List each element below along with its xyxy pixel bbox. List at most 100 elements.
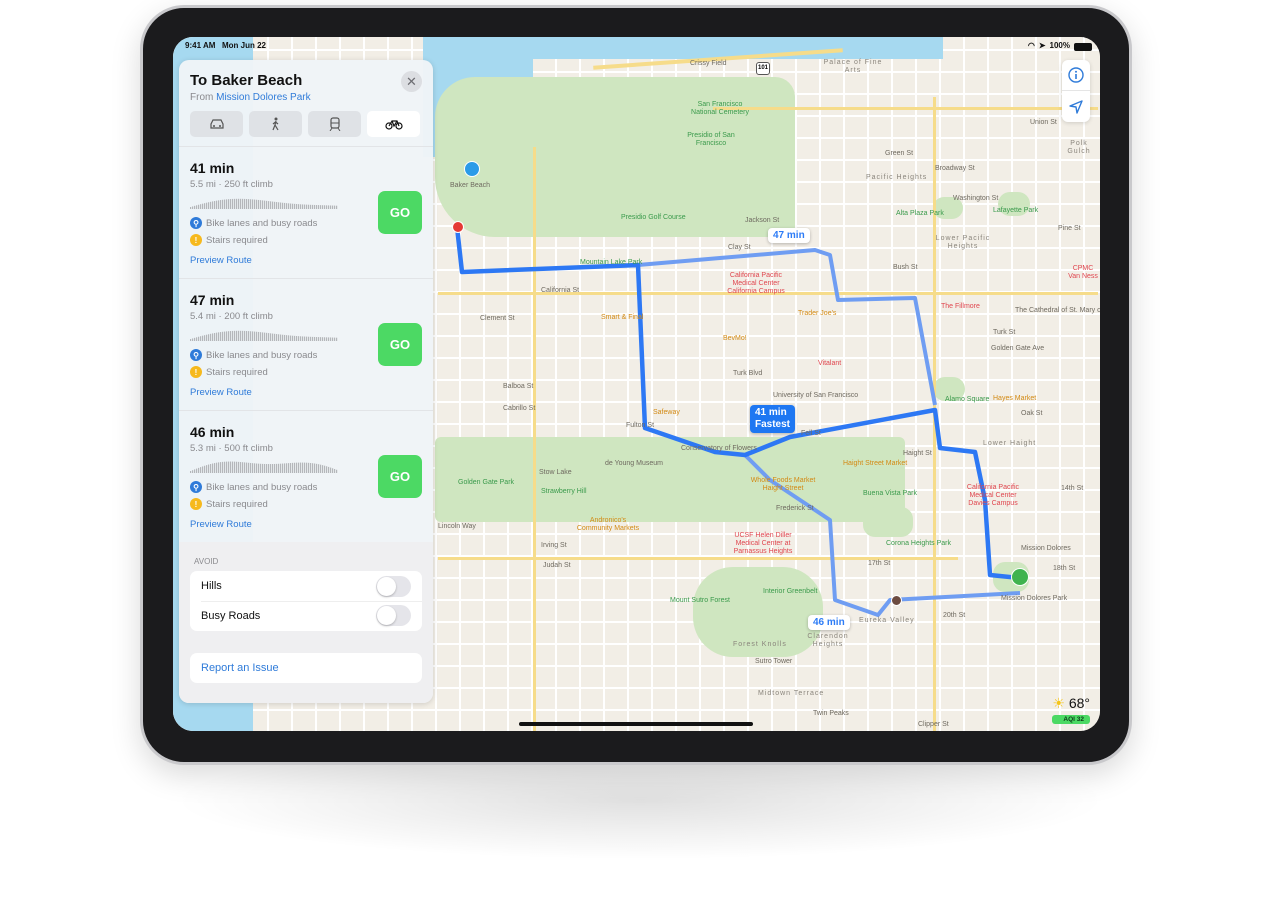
go-button[interactable]: GO (378, 191, 422, 234)
map-label[interactable]: BevMo! (723, 335, 747, 343)
map-label[interactable]: Fulton St (626, 422, 654, 430)
map-label[interactable]: de Young Museum (605, 460, 663, 468)
map-label[interactable]: 17th St (868, 560, 890, 568)
info-button[interactable] (1062, 60, 1090, 91)
avoid-hills-toggle[interactable] (376, 576, 411, 597)
map-label[interactable]: Smart & Final (601, 314, 643, 322)
map-label[interactable]: Mount Sutro Forest (670, 597, 730, 605)
map-label[interactable]: Andronico's Community Markets (573, 517, 643, 533)
map-label[interactable]: Interior Greenbelt (763, 588, 817, 596)
map-label[interactable]: San Francisco National Cemetery (685, 101, 755, 117)
mode-walk[interactable] (249, 111, 302, 137)
map-label[interactable]: Lower Haight (983, 440, 1036, 448)
preview-route-link[interactable]: Preview Route (190, 255, 252, 266)
map-label[interactable]: Turk St (993, 329, 1015, 337)
route-option[interactable]: 47 min 5.4 mi · 200 ft climb ⚲ Bike lanes… (179, 278, 433, 410)
origin-link[interactable]: Mission Dolores Park (216, 92, 310, 103)
report-issue-button[interactable]: Report an Issue (190, 653, 422, 683)
map-label[interactable]: Clement St (480, 315, 515, 323)
map-label[interactable]: California Pacific Medical Center Davies… (958, 484, 1028, 508)
map-label[interactable]: Broadway St (935, 165, 975, 173)
map-label[interactable]: Presidio of San Francisco (676, 132, 746, 148)
map-label[interactable]: Lower Pacific Heights (928, 235, 998, 251)
map-label[interactable]: Frederick St (776, 505, 814, 513)
map-label[interactable]: California St (541, 287, 579, 295)
map-label[interactable]: Washington St (953, 195, 998, 203)
go-button[interactable]: GO (378, 455, 422, 498)
map-label[interactable]: Safeway (653, 409, 680, 417)
map-label[interactable]: Lincoln Way (438, 523, 476, 531)
map-label[interactable]: Cabrillo St (503, 405, 535, 413)
map-label[interactable]: Judah St (543, 562, 571, 570)
map-label[interactable]: University of San Francisco (773, 392, 858, 400)
close-button[interactable]: ✕ (401, 71, 422, 92)
locate-button[interactable] (1062, 91, 1090, 122)
map-label[interactable]: Stow Lake (539, 469, 572, 477)
map-label[interactable]: Pacific Heights (866, 174, 927, 182)
map-label[interactable]: Twin Peaks (813, 710, 849, 718)
map-label[interactable]: Irving St (541, 542, 567, 550)
go-button[interactable]: GO (378, 323, 422, 366)
map-label[interactable]: The Fillmore (941, 303, 980, 311)
map-label[interactable]: Clipper St (918, 721, 949, 729)
map-label[interactable]: Oak St (1021, 410, 1042, 418)
map-label[interactable]: Lafayette Park (993, 207, 1038, 215)
map-label[interactable]: Union St (1030, 119, 1057, 127)
map-label[interactable]: 14th St (1061, 485, 1083, 493)
map-label[interactable]: Crissy Field (690, 60, 727, 68)
map-label[interactable]: Golden Gate Ave (991, 345, 1044, 353)
avoid-busy-roads-toggle[interactable] (376, 605, 411, 626)
mode-transit[interactable] (308, 111, 361, 137)
map-label[interactable]: 18th St (1053, 565, 1075, 573)
map-label[interactable]: Conservatory of Flowers (681, 445, 757, 453)
map-label[interactable]: Eureka Valley (859, 617, 915, 625)
map-label[interactable]: Balboa St (503, 383, 533, 391)
map-label[interactable]: Mission Dolores (1021, 545, 1071, 553)
map-label[interactable]: Bush St (893, 264, 918, 272)
map-label[interactable]: The Cathedral of St. Mary of the Assumpt… (1015, 307, 1100, 315)
map-label[interactable]: Palace of Fine Arts (818, 59, 888, 75)
map-label[interactable]: Pine St (1058, 225, 1081, 233)
home-indicator[interactable] (519, 722, 753, 726)
map-label[interactable]: Whole Foods Market Haight Street (748, 477, 818, 493)
map-label[interactable]: Haight St (903, 450, 932, 458)
preview-route-link[interactable]: Preview Route (190, 387, 252, 398)
map-label[interactable]: Presidio Golf Course (621, 214, 686, 222)
map-label[interactable]: Turk Blvd (733, 370, 762, 378)
map-label[interactable]: Jackson St (745, 217, 779, 225)
map-label[interactable]: Midtown Terrace (758, 690, 824, 698)
map-label[interactable]: Haight Street Market (843, 460, 907, 468)
weather-widget[interactable]: ☀ 68° AQI 32 (1052, 695, 1090, 724)
route-option[interactable]: 41 min 5.5 mi · 250 ft climb ⚲ Bike lanes… (179, 146, 433, 278)
map-label[interactable]: Baker Beach (450, 182, 490, 190)
route-41-label[interactable]: 41 min Fastest (750, 405, 796, 433)
map-label[interactable]: Hayes Market (993, 395, 1036, 403)
map-label[interactable]: Alamo Square (945, 396, 989, 404)
map-label[interactable]: Buena Vista Park (863, 490, 917, 498)
map-label[interactable]: Trader Joe's (798, 310, 836, 318)
park-pin-icon[interactable] (1011, 568, 1029, 586)
map-label[interactable]: Clarendon Heights (793, 633, 863, 649)
route-47-label[interactable]: 47 min (768, 228, 810, 243)
map-label[interactable]: Fell St (801, 430, 821, 438)
mode-cycle[interactable] (367, 111, 420, 137)
map-label[interactable]: Alta Plaza Park (896, 210, 944, 218)
map-label[interactable]: CPMC Van Ness (1066, 265, 1100, 281)
mode-drive[interactable] (190, 111, 243, 137)
map-label[interactable]: Sutro Tower (755, 658, 792, 666)
map-label[interactable]: Strawberry Hill (541, 488, 587, 496)
map-label[interactable]: California Pacific Medical Center Califo… (721, 272, 791, 296)
map-label[interactable]: UCSF Helen Diller Medical Center at Parn… (728, 532, 798, 556)
beach-pin-icon[interactable] (464, 161, 480, 177)
map-label[interactable]: 20th St (943, 612, 965, 620)
map-label[interactable]: Mission Dolores Park (1001, 595, 1067, 603)
map-label[interactable]: Forest Knolls (733, 641, 787, 649)
map-label[interactable]: Golden Gate Park (458, 479, 514, 487)
map-label[interactable]: Green St (885, 150, 913, 158)
preview-route-link[interactable]: Preview Route (190, 519, 252, 530)
map-label[interactable]: Corona Heights Park (886, 540, 951, 548)
map-label[interactable]: Mountain Lake Park (580, 259, 642, 267)
route-option[interactable]: 46 min 5.3 mi · 500 ft climb ⚲ Bike lanes… (179, 410, 433, 542)
map-label[interactable]: Polk Gulch (1058, 140, 1100, 156)
map-label[interactable]: Clay St (728, 244, 751, 252)
